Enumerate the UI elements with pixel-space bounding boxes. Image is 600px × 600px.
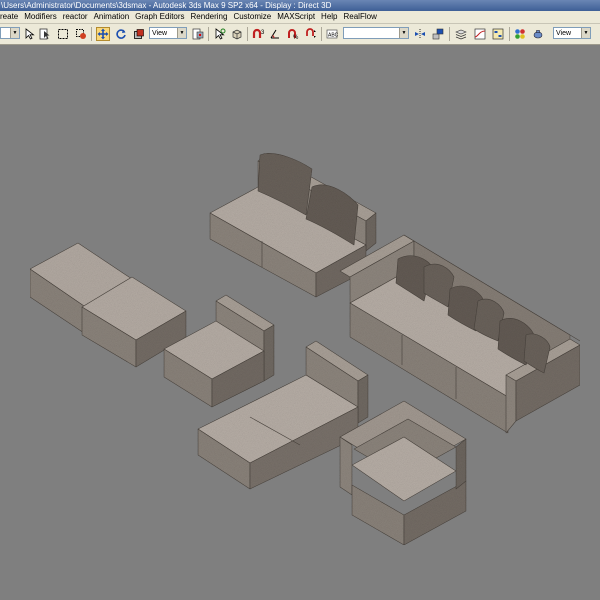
pivot-center-button[interactable] [191, 27, 205, 41]
svg-text:ABC: ABC [328, 33, 338, 39]
spinner-snap-icon [306, 28, 316, 38]
menu-rendering[interactable]: Rendering [188, 11, 231, 23]
scale-icon [134, 29, 144, 39]
menu-maxscript[interactable]: MAXScript [274, 11, 318, 23]
material-editor-button[interactable] [513, 27, 527, 41]
select-and-move-button[interactable] [96, 27, 110, 41]
rotate-icon [116, 29, 126, 39]
menu-help[interactable]: Help [318, 11, 340, 23]
window-title: \Users\Administrator\Documents\3dsmax - … [1, 1, 332, 10]
menu-graph-editors[interactable]: Graph Editors [132, 11, 187, 23]
pivot-center-icon [192, 28, 204, 40]
toolbar-divider [91, 27, 92, 41]
chaise-back-end [357, 374, 369, 424]
move-arrows-icon [97, 28, 109, 40]
perspective-viewport[interactable] [0, 45, 600, 600]
viewport-canvas[interactable] [0, 45, 600, 600]
chevron-down-icon: ▼ [581, 28, 590, 38]
svg-text:3: 3 [261, 30, 265, 36]
menu-reactor[interactable]: reactor [60, 11, 91, 23]
layers-icon [455, 29, 467, 40]
select-object-button[interactable] [23, 27, 37, 41]
menu-create[interactable]: reate [0, 11, 21, 23]
toolbar-divider [208, 27, 209, 41]
chair-arm-end [263, 324, 275, 382]
window-crossing-icon [76, 29, 86, 39]
window-crossing-button[interactable] [74, 27, 88, 41]
cursor-arrow-icon [25, 28, 35, 40]
toolbar-divider [321, 27, 322, 41]
keyboard-shortcut-toggle-button[interactable] [230, 27, 244, 41]
spinner-snap-toggle-button[interactable] [304, 27, 318, 41]
svg-text:%: % [293, 35, 299, 40]
edit-named-selection-button[interactable]: ABC [325, 27, 339, 41]
view-render-value: View [556, 30, 572, 37]
percent-snap-toggle-button[interactable]: % [286, 27, 300, 41]
material-editor-icon [515, 29, 525, 39]
toolbar-divider [449, 27, 450, 41]
chevron-down-icon: ▼ [399, 28, 408, 38]
select-by-name-icon [39, 28, 50, 40]
menu-customize[interactable]: Customize [230, 11, 274, 23]
title-bar: \Users\Administrator\Documents\3dsmax - … [0, 0, 600, 11]
armchair-left-arm [339, 436, 353, 496]
three-seat-sofa[interactable] [339, 234, 581, 434]
chevron-down-icon: ▼ [177, 28, 186, 38]
schematic-view-button[interactable] [491, 27, 505, 41]
curve-editor-icon [474, 28, 486, 40]
select-and-scale-button[interactable] [132, 27, 146, 41]
menu-realflow[interactable]: RealFlow [341, 11, 380, 23]
reference-coordinate-dropdown[interactable]: View ▼ [149, 27, 187, 39]
chevron-down-icon: ▼ [10, 28, 19, 38]
menu-modifiers[interactable]: Modifiers [21, 11, 59, 23]
armchair-right-arm-end [455, 438, 467, 490]
align-icon [432, 28, 444, 40]
dashed-rectangle-icon [58, 29, 68, 39]
select-and-rotate-button[interactable] [114, 27, 128, 41]
named-selection-sets-dropdown[interactable]: ▼ [343, 27, 409, 39]
magnet-snap-icon: 3 [252, 28, 265, 38]
mirror-button[interactable] [413, 27, 427, 41]
named-selection-icon: ABC [326, 29, 338, 39]
layer-manager-button[interactable] [454, 27, 468, 41]
teapot-render-icon [533, 30, 543, 39]
main-toolbar: ▼ View ▼ 3 % ABC ▼ View ▼ [0, 24, 600, 45]
box-icon [232, 29, 242, 40]
ottoman-pair[interactable] [29, 242, 187, 368]
toolbar-divider [247, 27, 248, 41]
render-setup-button[interactable] [531, 27, 545, 41]
manipulate-icon [215, 28, 226, 40]
menu-animation[interactable]: Animation [91, 11, 133, 23]
view-render-dropdown[interactable]: View ▼ [553, 27, 591, 39]
snaps-toggle-button[interactable]: 3 [251, 27, 265, 41]
curve-editor-button[interactable] [473, 27, 487, 41]
schematic-view-icon [492, 28, 504, 40]
align-button[interactable] [431, 27, 445, 41]
angle-snap-icon [270, 29, 279, 39]
rectangular-selection-button[interactable] [56, 27, 70, 41]
reference-coordinate-value: View [152, 30, 168, 37]
percent-snap-icon: % [288, 29, 299, 40]
toolbar-divider [509, 27, 510, 41]
selection-filter-dropdown[interactable]: ▼ [0, 27, 20, 39]
select-by-name-button[interactable] [38, 27, 52, 41]
menu-bar: reate Modifiers reactor Animation Graph Edit… [0, 11, 600, 24]
sofa3-arm-front [505, 374, 517, 434]
mirror-icon [415, 29, 425, 39]
select-and-manipulate-button[interactable] [213, 27, 227, 41]
angle-snap-toggle-button[interactable] [268, 27, 282, 41]
